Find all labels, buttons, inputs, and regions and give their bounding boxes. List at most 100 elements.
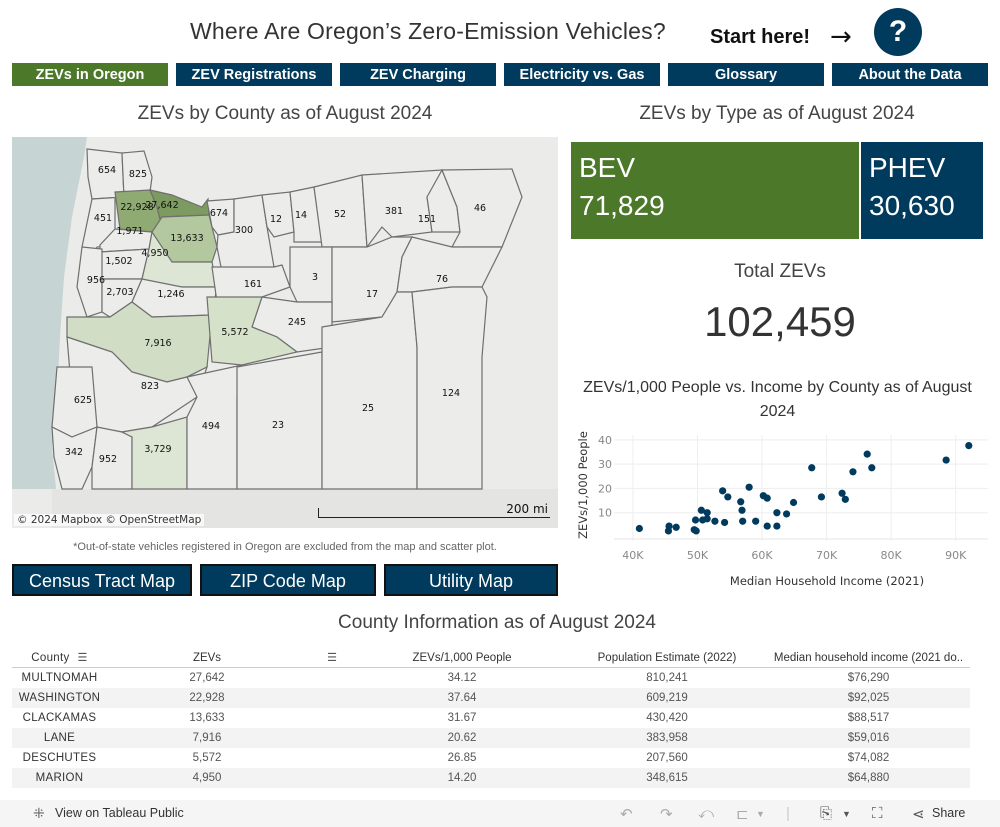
download-dropdown-icon[interactable]: ▼	[842, 809, 851, 819]
scatter-point[interactable]	[868, 464, 876, 472]
scatter-point[interactable]	[782, 510, 791, 518]
scatter-point[interactable]	[763, 522, 771, 530]
cell-population: 609,219	[646, 692, 688, 704]
scatter-point[interactable]	[849, 468, 857, 476]
scatter-point[interactable]	[965, 441, 973, 450]
sort-icon[interactable]: ☰	[78, 648, 88, 668]
undo-icon[interactable]: ↶	[620, 805, 633, 823]
cell-zevs-per-1000: 34.12	[447, 672, 477, 684]
share-icon[interactable]: ⋖	[912, 805, 925, 823]
refresh-icon[interactable]: ⊏	[736, 805, 749, 823]
county-curry[interactable]	[51, 425, 98, 490]
utility-map-button[interactable]: Utility Map	[384, 564, 558, 596]
refresh-dropdown-icon[interactable]: ▼	[756, 809, 765, 819]
help-button[interactable]: ?	[874, 8, 922, 56]
sort-icon[interactable]: ☰	[307, 648, 357, 667]
tab-zevs-in-oregon[interactable]: ZEVs in Oregon	[12, 63, 168, 86]
table-row[interactable]: DESCHUTES 5,572 26.85 207,560 $74,082	[12, 748, 970, 768]
x-tick-label: 40K	[622, 549, 644, 562]
scatter-point[interactable]	[719, 487, 727, 495]
table-row[interactable]: MARION 4,950 14.20 348,615 $64,880	[12, 768, 970, 788]
column-header-population[interactable]: Population Estimate (2022)	[567, 648, 767, 667]
map-footnote: *Out-of-state vehicles registered in Ore…	[73, 541, 497, 553]
tab-glossary[interactable]: Glossary	[668, 63, 824, 86]
scatter-point[interactable]	[635, 524, 643, 533]
x-tick-label: 60K	[751, 549, 773, 562]
y-tick-label: 10	[598, 507, 612, 520]
redo-icon[interactable]: ↷	[660, 805, 673, 823]
scatter-point[interactable]	[739, 517, 747, 525]
revert-icon[interactable]: ⤺	[698, 805, 714, 822]
zip-code-map-button[interactable]: ZIP Code Map	[200, 564, 376, 596]
cell-income: $59,016	[847, 732, 890, 744]
scatter-point[interactable]	[773, 522, 781, 530]
scatter-point[interactable]	[863, 450, 871, 458]
scatter-point[interactable]	[789, 498, 798, 507]
tab-zev-charging[interactable]: ZEV Charging	[340, 63, 496, 86]
scatter-point[interactable]	[724, 493, 732, 501]
scatter-plot[interactable]: 40K 50K 60K 70K 80K 90K 10 20 30 40 Median House…	[570, 425, 995, 595]
table-row[interactable]: WASHINGTON 22,928 37.64 609,219 $92,025	[12, 688, 970, 708]
column-header-income[interactable]: Median household income (2021 do..	[767, 648, 970, 667]
scatter-point[interactable]	[692, 527, 700, 535]
scatter-point[interactable]	[691, 516, 700, 524]
scatter-point[interactable]	[672, 523, 680, 531]
cell-county: MULTNOMAH	[21, 672, 98, 684]
total-zevs-label: Total ZEVs	[734, 261, 826, 282]
scatter-point[interactable]	[752, 517, 760, 525]
map-attribution[interactable]: © 2024 Mapbox © OpenStreetMap	[14, 514, 205, 526]
county-label: 952	[99, 454, 117, 465]
scatter-point[interactable]	[745, 483, 753, 491]
census-tract-map-button[interactable]: Census Tract Map	[12, 564, 192, 596]
county-table[interactable]: County ☰ ZEVs ☰ ZEVs/1,000 People Populat…	[12, 648, 970, 788]
tab-about-the-data[interactable]: About the Data	[832, 63, 988, 86]
table-row[interactable]: LANE 7,916 20.62 383,958 $59,016	[12, 728, 970, 748]
tab-electricity-vs-gas[interactable]: Electricity vs. Gas	[504, 63, 660, 86]
tableau-logo-icon: ⁜	[33, 805, 45, 821]
scatter-point[interactable]	[738, 506, 746, 514]
share-button[interactable]: Share	[932, 806, 965, 820]
map-title: ZEVs by County as of August 2024	[137, 103, 433, 124]
county-map[interactable]: 654 825 22,928 27,642 674 12 14 52 381 1…	[12, 137, 558, 528]
cell-spacer	[307, 668, 357, 688]
county-label: 1,246	[157, 289, 184, 300]
arrow-right-icon: →	[830, 22, 852, 52]
cell-zevs: 22,928	[189, 692, 225, 704]
bev-tile[interactable]: BEV 71,829	[571, 142, 859, 239]
scatter-point[interactable]	[817, 493, 826, 501]
column-header-county[interactable]: County ☰	[12, 648, 107, 667]
column-header-zevs[interactable]: ZEVs	[107, 648, 307, 667]
tab-zev-registrations[interactable]: ZEV Registrations	[176, 63, 332, 86]
scatter-point[interactable]	[711, 517, 719, 525]
scatter-point[interactable]	[942, 456, 950, 464]
cell-county: LANE	[43, 732, 76, 744]
scatter-point[interactable]	[808, 464, 816, 472]
county-label: 2,703	[106, 287, 133, 298]
scatter-point[interactable]	[773, 509, 781, 517]
county-label: 451	[94, 213, 112, 224]
download-icon[interactable]: ⎘	[820, 805, 832, 822]
map-canvas[interactable]: 654 825 22,928 27,642 674 12 14 52 381 1…	[12, 137, 558, 528]
table-row[interactable]: MULTNOMAH 27,642 34.12 810,241 $76,290	[12, 668, 970, 688]
view-on-tableau-public-link[interactable]: View on Tableau Public	[55, 806, 184, 820]
fullscreen-icon[interactable]: ⛶	[872, 805, 883, 822]
county-label: 5,572	[221, 327, 248, 338]
cell-zevs-per-1000: 31.67	[447, 712, 477, 724]
table-row[interactable]: CLACKAMAS 13,633 31.67 430,420 $88,517	[12, 708, 970, 728]
phev-tile[interactable]: PHEV 30,630	[861, 142, 983, 239]
scatter-point[interactable]	[737, 498, 745, 506]
cell-population: 348,615	[646, 772, 688, 784]
scatter-point[interactable]	[703, 515, 711, 523]
scatter-point[interactable]	[838, 489, 846, 497]
x-tick-label: 80K	[881, 549, 903, 562]
column-header-zevs-per-1000[interactable]: ZEVs/1,000 People	[357, 648, 567, 667]
scatter-point[interactable]	[841, 495, 849, 503]
scatter-point[interactable]	[720, 518, 729, 527]
cell-zevs: 7,916	[192, 732, 222, 744]
county-label: 823	[141, 381, 159, 392]
county-label: 13,633	[170, 233, 203, 244]
scatter-point[interactable]	[665, 522, 673, 530]
county-label: 46	[474, 203, 486, 214]
cell-zevs-per-1000: 20.62	[447, 732, 477, 744]
scatter-point[interactable]	[763, 494, 771, 502]
